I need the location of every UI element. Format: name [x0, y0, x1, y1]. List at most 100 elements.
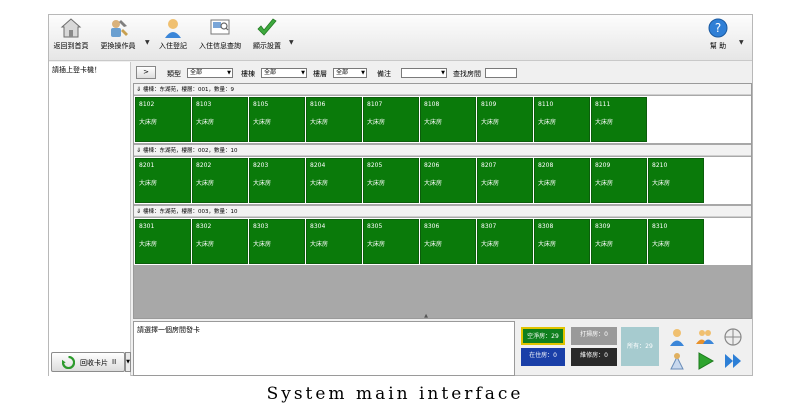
room-tile[interactable]: 8301 大床房: [135, 219, 191, 264]
room-number: 8102: [139, 101, 155, 108]
note-select[interactable]: ▼: [401, 68, 447, 78]
collapse-icon[interactable]: ⇓: [136, 147, 141, 154]
room-number: 8109: [481, 101, 497, 108]
room-tile[interactable]: 8201 大床房: [135, 158, 191, 203]
room-type: 大床房: [481, 119, 500, 126]
cleaning-status[interactable]: 打掃房：0: [571, 327, 617, 345]
room-tile[interactable]: 8310 大床房: [648, 219, 704, 264]
search-room-input[interactable]: [485, 68, 517, 78]
room-number: 8203: [253, 162, 269, 169]
home-button[interactable]: 返回到首頁: [51, 17, 91, 59]
change-operator-icon: [111, 20, 128, 37]
room-tile[interactable]: 8111 大床房: [591, 97, 647, 142]
room-type: 大床房: [481, 180, 500, 187]
user-checkin-icon: [165, 19, 181, 38]
room-tile[interactable]: 8109 大床房: [477, 97, 533, 142]
room-tile[interactable]: 8303 大床房: [249, 219, 305, 264]
room-tile[interactable]: 8106 大床房: [306, 97, 362, 142]
play-icon[interactable]: [695, 351, 715, 371]
chevron-down-icon: ▼: [227, 70, 231, 76]
display-settings-dropdown-icon[interactable]: ▼: [289, 39, 294, 46]
building-select[interactable]: 全部 ▼: [261, 68, 307, 78]
room-type: 大床房: [652, 180, 671, 187]
room-tile[interactable]: 8302 大床房: [192, 219, 248, 264]
room-tile[interactable]: 8103 大床房: [192, 97, 248, 142]
all-status[interactable]: 所有：29: [621, 327, 659, 366]
room-tile[interactable]: 8203 大床房: [249, 158, 305, 203]
room-tile[interactable]: 8204 大床房: [306, 158, 362, 203]
caption: System main interface: [266, 384, 524, 404]
group-icon[interactable]: [695, 327, 715, 347]
room-number: 8208: [538, 162, 554, 169]
room-tile[interactable]: 8108 大床房: [420, 97, 476, 142]
room-type: 大床房: [139, 241, 158, 248]
clean-icon[interactable]: [667, 351, 687, 371]
room-tile[interactable]: 8208 大床房: [534, 158, 590, 203]
collapse-icon[interactable]: ⇓: [136, 86, 141, 93]
room-type: 大床房: [424, 180, 443, 187]
target-icon[interactable]: [723, 327, 743, 347]
display-settings-label: 顯示設置: [253, 42, 281, 50]
room-tile[interactable]: 8210 大床房: [648, 158, 704, 203]
room-tile[interactable]: 8305 大床房: [363, 219, 419, 264]
display-settings-button[interactable]: 顯示設置: [249, 17, 285, 59]
help-button[interactable]: ? 幫 助: [701, 17, 735, 59]
next-button[interactable]: >: [136, 66, 156, 79]
recycle-dropdown-button[interactable]: ▼: [125, 352, 131, 372]
room-tile[interactable]: 8107 大床房: [363, 97, 419, 142]
room-number: 8305: [367, 223, 383, 230]
floor-header[interactable]: ⇓ 樓棟：东湖苑，樓層：003，數量：10: [134, 206, 751, 217]
room-number: 8105: [253, 101, 269, 108]
search-info-button[interactable]: 入住信息查詢: [195, 17, 245, 59]
floor-header[interactable]: ⇓ 樓棟：东湖苑，樓層：001，數量：9: [134, 84, 751, 95]
guest-icon[interactable]: [667, 327, 687, 347]
collapse-icon[interactable]: ⇓: [136, 208, 141, 215]
change-operator-button[interactable]: 更換操作員: [95, 17, 141, 59]
room-type: 大床房: [139, 180, 158, 187]
floor-header[interactable]: ⇓ 樓棟：东湖苑，樓層：002，數量：10: [134, 145, 751, 156]
room-tile[interactable]: 8205 大床房: [363, 158, 419, 203]
room-tile[interactable]: 8206 大床房: [420, 158, 476, 203]
recycle-card-button[interactable]: 回收卡片 II: [51, 352, 125, 372]
room-type: 大床房: [367, 180, 386, 187]
left-panel: 請插上登卡機！ 回收卡片 II ▼: [49, 62, 131, 376]
change-operator-dropdown-icon[interactable]: ▼: [145, 39, 150, 46]
room-tile[interactable]: 8306 大床房: [420, 219, 476, 264]
room-type: 大床房: [253, 119, 272, 126]
room-type: 大床房: [424, 241, 443, 248]
room-number: 8310: [652, 223, 668, 230]
floor-header-text: 樓棟：东湖苑，樓層：003，數量：10: [143, 209, 238, 215]
vacant-status[interactable]: 空淨房：29: [521, 327, 565, 345]
room-number: 8111: [595, 101, 611, 108]
room-number: 8201: [139, 162, 155, 169]
room-tile[interactable]: 8209 大床房: [591, 158, 647, 203]
room-tile[interactable]: 8102 大床房: [135, 97, 191, 142]
home-button-label: 返回到首頁: [53, 42, 89, 50]
room-number: 8205: [367, 162, 383, 169]
room-tile[interactable]: 8307 大床房: [477, 219, 533, 264]
fast-forward-icon[interactable]: [723, 351, 743, 371]
room-tile[interactable]: 8308 大床房: [534, 219, 590, 264]
floor-select-value: 全部: [336, 69, 349, 76]
room-tile[interactable]: 8202 大床房: [192, 158, 248, 203]
chevron-down-icon: ▼: [361, 70, 365, 76]
room-tile[interactable]: 8105 大床房: [249, 97, 305, 142]
type-select-value: 全部: [190, 69, 203, 76]
splitter-handle[interactable]: ▲: [396, 314, 456, 319]
room-tile[interactable]: 8207 大床房: [477, 158, 533, 203]
type-select[interactable]: 全部 ▼: [187, 68, 233, 78]
occupied-status[interactable]: 在住房：0: [521, 348, 565, 366]
checkin-button[interactable]: 入住登記: [155, 17, 191, 59]
room-tile[interactable]: 8309 大床房: [591, 219, 647, 264]
help-icon: ?: [708, 18, 728, 38]
help-dropdown-icon[interactable]: ▼: [739, 39, 744, 46]
floor-select[interactable]: 全部 ▼: [333, 68, 367, 78]
chevron-down-icon: ▼: [441, 70, 445, 76]
search-info-label: 入住信息查詢: [199, 42, 241, 50]
repair-status[interactable]: 維修房：0: [571, 348, 617, 366]
room-tile[interactable]: 8110 大床房: [534, 97, 590, 142]
room-type: 大床房: [310, 119, 329, 126]
room-number: 8202: [196, 162, 212, 169]
room-number: 8204: [310, 162, 326, 169]
room-tile[interactable]: 8304 大床房: [306, 219, 362, 264]
